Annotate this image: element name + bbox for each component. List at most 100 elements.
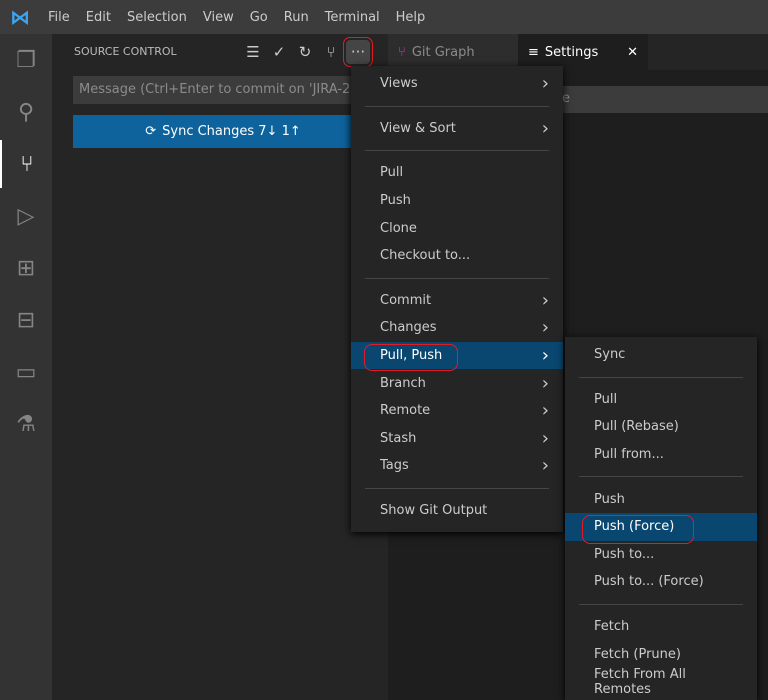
tab-settings[interactable]: ≡ Settings ✕	[518, 34, 648, 70]
menu-item-label: Fetch (Prune)	[594, 646, 681, 662]
menu-item-push[interactable]: Push	[351, 187, 563, 215]
menu-item-label: Pull	[380, 165, 404, 181]
chevron-right-icon: ›	[541, 455, 549, 477]
menu-item-push-to[interactable]: Push to...	[565, 541, 757, 569]
highlight-pull-push	[364, 344, 458, 371]
menu-item-label: Changes	[380, 320, 437, 336]
menu-item-view-sort[interactable]: View & Sort ›	[351, 115, 563, 143]
menu-item-pull[interactable]: Pull	[351, 159, 563, 187]
chevron-right-icon: ›	[541, 400, 549, 422]
menu-item-label: Tags	[380, 458, 409, 474]
menu-separator	[579, 603, 743, 605]
menu-separator	[365, 277, 549, 279]
chevron-right-icon: ›	[541, 345, 549, 367]
menu-go[interactable]: Go	[242, 10, 276, 25]
menu-item-label: Push to... (Force)	[594, 574, 704, 590]
title-bar: ⋈ File Edit Selection View Go Run Terminal Help	[0, 0, 768, 34]
menu-item-label: Pull from...	[594, 447, 664, 463]
files-icon[interactable]: ❐	[0, 36, 52, 84]
remote-extensions-icon[interactable]: ⊟	[0, 296, 52, 344]
menu-selection[interactable]: Selection	[119, 10, 195, 25]
chevron-right-icon: ›	[541, 289, 549, 311]
menu-item-label: Fetch From All Remotes	[594, 666, 686, 697]
menu-item-pull-from[interactable]: Pull from...	[565, 441, 757, 469]
menu-item-checkout-to[interactable]: Checkout to...	[351, 242, 563, 270]
extensions-icon[interactable]: ⊞	[0, 244, 52, 292]
menu-separator	[365, 150, 549, 152]
menu-item-tags[interactable]: Tags ›	[351, 452, 563, 480]
editor-tabs: ⑂ Git Graph ≡ Settings ✕	[388, 34, 768, 70]
git-graph-icon[interactable]: ⑂	[320, 40, 342, 64]
chevron-right-icon: ›	[541, 317, 549, 339]
search-text: e	[562, 91, 570, 106]
menu-view[interactable]: View	[195, 10, 242, 25]
menu-item-views[interactable]: Views ›	[351, 70, 563, 98]
menu-item-push[interactable]: Push	[565, 485, 757, 513]
menu-item-show-git-output[interactable]: Show Git Output	[351, 497, 563, 525]
menu-item-label: Sync	[594, 347, 626, 363]
menu-edit[interactable]: Edit	[78, 10, 119, 25]
menu-item-stash[interactable]: Stash ›	[351, 425, 563, 453]
menu-item-label: View & Sort	[380, 120, 456, 136]
menu-item-label: Clone	[380, 220, 417, 236]
menu-item-label: Fetch	[594, 619, 630, 635]
menu-separator	[365, 105, 549, 107]
settings-icon: ≡	[528, 44, 539, 60]
menu-item-label: Push to...	[594, 546, 655, 562]
menu-help[interactable]: Help	[388, 10, 434, 25]
menu-item-label: Stash	[380, 430, 417, 446]
testing-icon[interactable]: ⚗	[0, 400, 52, 448]
refresh-icon[interactable]: ↻	[294, 40, 316, 64]
remote-explorer-icon[interactable]: ▭	[0, 348, 52, 396]
tab-label: Settings	[544, 44, 599, 60]
chevron-right-icon: ›	[541, 73, 549, 95]
menu-terminal[interactable]: Terminal	[317, 10, 388, 25]
menu-item-commit[interactable]: Commit ›	[351, 287, 563, 315]
menu-item-fetch[interactable]: Fetch	[565, 613, 757, 641]
activity-bar: ❐ ⚲ ⑂ ▷ ⊞ ⊟ ▭ ⚗	[0, 34, 52, 700]
git-graph-icon: ⑂	[398, 44, 406, 60]
commit-check-icon[interactable]: ✓	[268, 40, 290, 64]
menu-item-changes[interactable]: Changes ›	[351, 314, 563, 342]
menu-separator	[579, 376, 743, 378]
search-icon[interactable]: ⚲	[0, 88, 52, 136]
view-as-tree-icon[interactable]: ☰	[242, 40, 264, 64]
menu-item-label: Checkout to...	[380, 248, 471, 264]
commit-message-input[interactable]: Message (Ctrl+Enter to commit on 'JIRA-2…	[73, 76, 373, 104]
menu-item-label: Push	[380, 193, 411, 209]
sync-label: Sync Changes 7↓ 1↑	[162, 124, 301, 139]
source-control-panel: SOURCE CONTROL ☰ ✓ ↻ ⑂ ··· Message (Ctrl…	[52, 34, 388, 700]
menu-item-label: Pull	[594, 391, 618, 407]
run-debug-icon[interactable]: ▷	[0, 192, 52, 240]
menu-item-label: Pull (Rebase)	[594, 419, 679, 435]
chevron-right-icon: ›	[541, 372, 549, 394]
panel-title: SOURCE CONTROL	[74, 45, 177, 58]
menu-item-pull-rebase[interactable]: Pull (Rebase)	[565, 413, 757, 441]
vscode-logo-icon: ⋈	[10, 5, 30, 29]
more-actions-button[interactable]: ···	[343, 37, 373, 67]
menu-item-remote[interactable]: Remote ›	[351, 397, 563, 425]
menu-item-clone[interactable]: Clone	[351, 214, 563, 242]
menu-separator	[579, 476, 743, 478]
menu-item-push-to-force[interactable]: Push to... (Force)	[565, 568, 757, 596]
menu-file[interactable]: File	[40, 10, 78, 25]
menu-run[interactable]: Run	[276, 10, 317, 25]
menu-item-sync[interactable]: Sync	[565, 341, 757, 369]
menu-item-label: Views	[380, 76, 418, 92]
menu-item-branch[interactable]: Branch ›	[351, 369, 563, 397]
chevron-right-icon: ›	[541, 117, 549, 139]
menu-item-fetch-from-all-remotes[interactable]: Fetch From All Remotes	[565, 666, 757, 697]
settings-search-input[interactable]: e	[540, 86, 768, 113]
tab-label: Git Graph	[411, 44, 475, 60]
sync-icon: ⟳	[145, 124, 157, 139]
menu-item-label: Show Git Output	[380, 503, 488, 519]
source-control-icon[interactable]: ⑂	[0, 140, 52, 188]
menu-item-fetch-prune[interactable]: Fetch (Prune)	[565, 640, 757, 668]
menu-item-label: Commit	[380, 292, 432, 308]
sync-changes-button[interactable]: ⟳ Sync Changes 7↓ 1↑	[73, 115, 373, 148]
menu-separator	[365, 487, 549, 489]
tab-git-graph[interactable]: ⑂ Git Graph	[388, 34, 518, 70]
menu-item-pull[interactable]: Pull	[565, 386, 757, 414]
close-icon[interactable]: ✕	[627, 45, 638, 60]
highlight-push-force	[582, 515, 694, 544]
